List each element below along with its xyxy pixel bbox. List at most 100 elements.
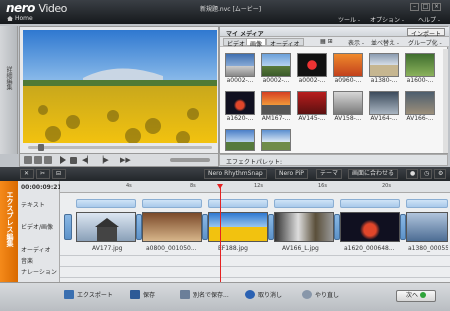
clip-label: a1620_000648... — [344, 245, 395, 252]
track-label-text: テキスト — [21, 202, 45, 209]
time-ruler[interactable]: 4s 8s 12s 16s 20s — [60, 181, 450, 193]
preview-panel — [19, 26, 219, 154]
theme-button[interactable]: テーマ — [316, 169, 343, 179]
home-link[interactable]: Home — [7, 15, 33, 22]
playhead[interactable] — [217, 184, 223, 282]
media-scrollbar[interactable] — [443, 49, 448, 153]
text-track-clip[interactable] — [406, 199, 448, 208]
volume-slider[interactable] — [170, 158, 210, 162]
thumb-image[interactable] — [261, 129, 291, 151]
thumb-image[interactable] — [369, 91, 399, 115]
thumb-image[interactable] — [225, 53, 255, 77]
thumb-label: a0002-... — [262, 77, 290, 84]
cut-icon[interactable]: ✂ — [36, 169, 50, 179]
track-label-video: ビデオ/画像 — [21, 224, 54, 231]
thumb-image[interactable] — [333, 91, 363, 115]
text-track-clip[interactable] — [142, 199, 202, 208]
save-button[interactable]: 保存 — [130, 289, 155, 302]
maximize-icon[interactable]: □ — [421, 3, 430, 11]
minimize-icon[interactable]: – — [410, 3, 419, 11]
thumb-image[interactable] — [297, 53, 327, 77]
media-tabs: ビデオ 画像 オーディオ ▦ ⊞ 表示 ‐ 並べ替え ‐ グループ化 ‐ — [220, 37, 449, 48]
effect-palette-bar[interactable]: エフェクトパレット: — [219, 154, 448, 166]
clip-label: a1380_00055... — [408, 245, 448, 252]
pip-button[interactable]: Nero PiP — [275, 169, 308, 179]
preview-scrubber[interactable] — [28, 146, 212, 149]
view-list-icon[interactable]: ▦ ⊞ — [320, 38, 333, 45]
delete-icon[interactable]: ✕ — [20, 169, 34, 179]
track-label-music: 音楽 — [21, 258, 34, 265]
tab-audio[interactable]: オーディオ — [266, 38, 304, 48]
text-track-clip[interactable] — [340, 199, 400, 208]
clip-label: EF188.jpg — [218, 245, 248, 252]
tab-image[interactable]: 画像 — [246, 38, 267, 48]
thumb-label: a1380-... — [370, 77, 398, 84]
thumb-image[interactable] — [261, 91, 291, 115]
camera-icon[interactable] — [44, 156, 52, 164]
thumb-image[interactable] — [261, 53, 291, 77]
group-menu[interactable]: グループ化 ‐ — [408, 38, 442, 47]
app-logo: nero Video — [6, 1, 67, 15]
video-clip[interactable] — [208, 212, 268, 242]
thumb-label: a0960-... — [334, 77, 362, 84]
skip-end-icon[interactable]: ▶▶ — [120, 156, 131, 164]
thumb-image[interactable] — [333, 53, 363, 77]
advanced-edit-tab[interactable]: 詳細編集 — [0, 26, 18, 154]
settings-icon[interactable]: ⚙ — [434, 169, 446, 179]
ruler-tick: 16s — [318, 183, 327, 189]
step-forward-icon[interactable]: ▕▶ — [98, 156, 109, 164]
clip-label: a0800_001050... — [146, 245, 197, 252]
thumb-image[interactable] — [225, 91, 255, 115]
thumb-label: a1600-... — [406, 77, 434, 84]
close-icon[interactable]: × — [432, 3, 441, 11]
thumb-label: AM167-... — [261, 115, 291, 122]
text-track-clip[interactable] — [208, 199, 268, 208]
fullscreen-icon[interactable] — [24, 156, 32, 164]
import-button[interactable]: インポート — [406, 28, 445, 38]
split-icon[interactable]: ⊟ — [52, 169, 66, 179]
thumb-image[interactable] — [405, 91, 435, 115]
export-button[interactable]: エクスポート — [64, 289, 113, 302]
transition-icon[interactable] — [64, 214, 72, 240]
text-track-clip[interactable] — [274, 199, 334, 208]
thumb-label: a0002-... — [226, 77, 254, 84]
fit-to-screen-button[interactable]: 画面に合わせる — [348, 169, 399, 179]
snapshot-icon[interactable] — [34, 156, 42, 164]
effect-palette-label: エフェクトパレット: — [226, 159, 283, 166]
clock-icon[interactable]: ◷ — [420, 169, 432, 179]
save-as-button[interactable]: 別名で保存... — [180, 289, 229, 302]
thumb-image[interactable] — [297, 91, 327, 115]
video-clip[interactable] — [274, 212, 334, 242]
menu-help[interactable]: ヘルプ ‐ — [418, 15, 440, 24]
next-button[interactable]: 次へ — [396, 290, 436, 302]
express-edit-tab[interactable]: エクスプレス編集 — [0, 181, 18, 282]
ruler-tick: 12s — [254, 183, 263, 189]
video-clip[interactable] — [142, 212, 202, 242]
next-arrow-icon — [419, 292, 426, 298]
window-title: 新規題.nvc [ムービー] — [200, 6, 262, 13]
scrubber-handle[interactable] — [38, 144, 44, 151]
menu-options[interactable]: オプション ‐ — [370, 15, 404, 24]
ruler-tick: 4s — [126, 183, 132, 189]
menu-tools[interactable]: ツール ‐ — [338, 15, 360, 24]
video-clip[interactable] — [340, 212, 400, 242]
video-clip[interactable] — [406, 212, 448, 242]
stop-icon[interactable] — [70, 157, 77, 164]
rhythmsnap-button[interactable]: Nero RhythmSnap — [204, 169, 267, 179]
ruler-tick: 8s — [190, 183, 196, 189]
play-icon[interactable] — [60, 156, 66, 164]
redo-button[interactable]: やり直し — [302, 289, 339, 302]
clip-label: AV166_L.jpg — [282, 245, 319, 252]
microphone-icon[interactable]: ● — [406, 169, 418, 179]
video-clip[interactable] — [76, 212, 136, 242]
thumb-image[interactable] — [369, 53, 399, 77]
thumb-image[interactable] — [225, 129, 255, 151]
home-icon — [7, 16, 13, 21]
display-menu[interactable]: 表示 ‐ — [348, 38, 364, 47]
thumb-image[interactable] — [405, 53, 435, 77]
text-track-clip[interactable] — [76, 199, 136, 208]
sort-menu[interactable]: 並べ替え ‐ — [371, 38, 399, 47]
undo-button[interactable]: 取り消し — [245, 289, 282, 302]
step-back-icon[interactable]: ◀▏ — [82, 156, 93, 164]
undo-icon — [245, 290, 255, 299]
